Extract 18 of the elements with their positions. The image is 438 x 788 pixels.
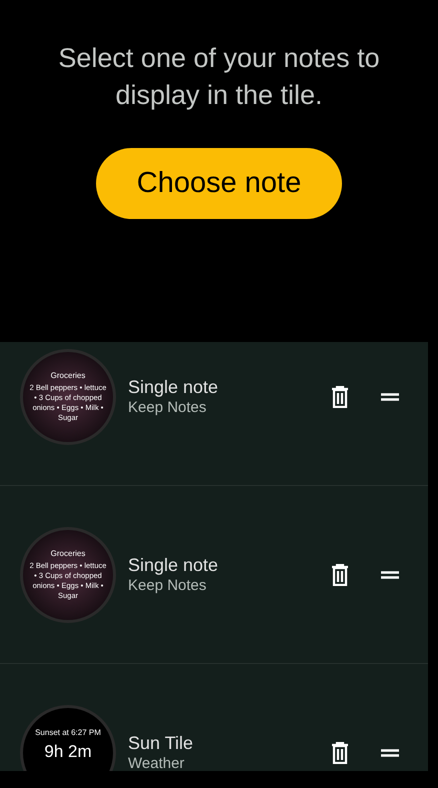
delete-icon[interactable] [331, 386, 349, 408]
tile-title: Single note [128, 554, 220, 576]
preview-title: Groceries [50, 370, 86, 380]
instruction-text: Select one of your notes to display in the tile. [57, 42, 381, 112]
preview-title: Groceries [50, 548, 86, 558]
drag-handle-icon[interactable] [381, 748, 399, 756]
tile-app-name: Weather [128, 754, 186, 771]
tile-title: Single note [128, 376, 220, 398]
drag-handle-icon[interactable] [381, 392, 399, 400]
tile-app-name: Keep Notes [128, 576, 208, 596]
preview-duration: 9h 2m [44, 740, 92, 762]
preview-caption: Sunset at 6:27 PM [35, 728, 101, 738]
tile-app-name: Keep Notes [128, 398, 208, 418]
drag-handle-icon[interactable] [381, 570, 399, 578]
delete-icon[interactable] [331, 564, 349, 586]
choose-note-button[interactable]: Choose note [96, 148, 342, 219]
delete-icon[interactable] [331, 742, 349, 764]
tile-title: Sun Tile [128, 732, 194, 754]
